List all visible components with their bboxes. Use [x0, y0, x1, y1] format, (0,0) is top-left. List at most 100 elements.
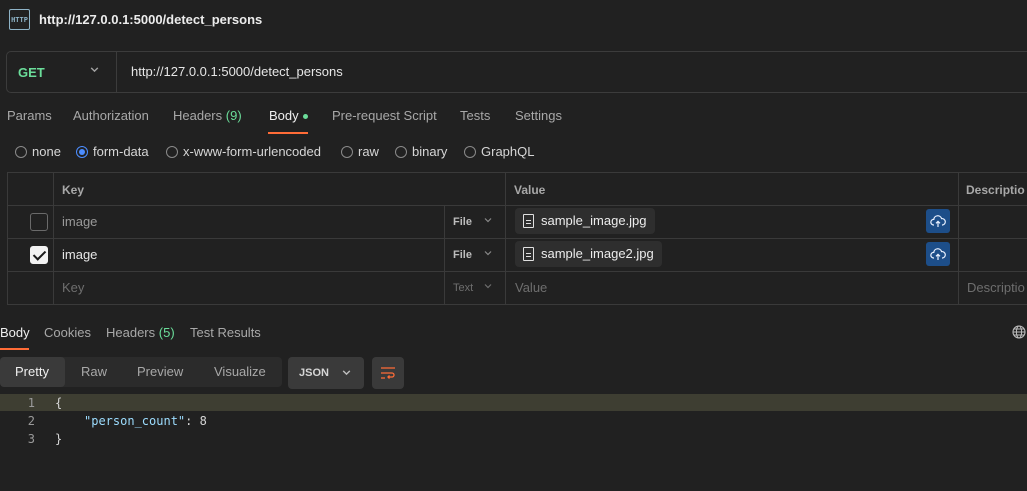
radio-label: raw [358, 144, 379, 159]
tab-label: Params [7, 108, 52, 123]
current-line-highlight [0, 394, 1027, 411]
tab-body[interactable]: Body [269, 108, 308, 123]
column-header-value: Value [514, 183, 546, 197]
row-enable-checkbox[interactable] [30, 246, 48, 264]
radio-label: binary [412, 144, 448, 159]
table-divider [7, 238, 1027, 239]
tab-label: Authorization [73, 108, 149, 123]
upload-button[interactable] [926, 209, 950, 233]
value-input[interactable]: Value [515, 280, 547, 295]
method-select[interactable]: GET [18, 65, 45, 80]
type-select[interactable]: Text [453, 282, 473, 294]
tab-params[interactable]: Params [7, 108, 52, 123]
line-number: 3 [27, 432, 35, 446]
table-divider [7, 205, 1027, 206]
radio-label: form-data [93, 144, 149, 159]
radio-binary[interactable]: binary [395, 144, 447, 159]
line-number: 1 [27, 396, 35, 410]
chevron-down-icon[interactable] [89, 64, 100, 78]
key-input[interactable]: image [62, 214, 97, 229]
wrap-lines-button[interactable] [372, 357, 404, 389]
radio-raw[interactable]: raw [341, 144, 379, 159]
file-chip[interactable]: sample_image.jpg [515, 208, 655, 234]
radio-icon [341, 145, 353, 158]
globe-icon[interactable] [1012, 325, 1026, 339]
radio-icon [395, 145, 407, 158]
file-icon [523, 214, 534, 228]
upload-button[interactable] [926, 242, 950, 266]
tab-label: Body [269, 108, 299, 123]
tab-label: Headers [173, 108, 223, 123]
file-name: sample_image.jpg [541, 213, 647, 228]
view-mode-raw[interactable]: Raw [81, 364, 107, 379]
tab-pre-request-script[interactable]: Pre-request Script [332, 108, 437, 123]
radio-graphql[interactable]: GraphQL [464, 144, 534, 159]
tab-count: (5) [158, 325, 175, 340]
line-number: 2 [27, 414, 35, 428]
format-label: JSON [299, 367, 329, 379]
url-input[interactable]: http://127.0.0.1:5000/detect_persons [131, 64, 343, 79]
cloud-upload-icon [930, 248, 946, 260]
json-key: "person_count" [84, 414, 186, 428]
tab-count: (9) [225, 108, 242, 123]
request-title[interactable]: http://127.0.0.1:5000/detect_persons [39, 12, 262, 27]
radio-label: GraphQL [481, 144, 535, 159]
table-divider [53, 172, 54, 305]
radio-icon [464, 145, 476, 158]
code-line[interactable]: "person_count": 8 [84, 414, 207, 428]
response-tab-headers[interactable]: Headers (5) [106, 325, 175, 340]
table-divider [958, 172, 959, 305]
file-name: sample_image2.jpg [541, 246, 654, 261]
type-select[interactable]: File [453, 249, 472, 261]
radio-form-data[interactable]: form-data [76, 144, 149, 159]
column-header-description: Descriptio [966, 183, 1025, 197]
description-input[interactable]: Descriptio [967, 280, 1025, 295]
chevron-down-icon[interactable] [483, 248, 493, 261]
file-icon [523, 247, 534, 261]
status-dot [302, 114, 308, 120]
radio-label: x-www-form-urlencoded [183, 144, 321, 159]
response-tab-cookies[interactable]: Cookies [44, 325, 91, 340]
table-divider [505, 172, 506, 305]
tab-authorization[interactable]: Authorization [73, 108, 149, 123]
radio-icon [166, 145, 178, 158]
radio-icon [15, 145, 27, 158]
tab-label: Pre-request Script [332, 108, 437, 123]
key-input[interactable]: image [62, 247, 97, 262]
view-mode-preview[interactable]: Preview [137, 364, 183, 379]
chevron-down-icon[interactable] [483, 281, 493, 294]
tab-tests[interactable]: Tests [460, 108, 490, 123]
file-chip[interactable]: sample_image2.jpg [515, 241, 662, 267]
tab-label: Tests [460, 108, 491, 123]
tab-settings[interactable]: Settings [515, 108, 562, 123]
url-divider [116, 52, 117, 92]
view-mode-visualize[interactable]: Visualize [214, 364, 266, 379]
response-tab-body[interactable]: Body [0, 325, 30, 340]
json-value: 8 [199, 414, 207, 428]
code-line[interactable]: { [55, 396, 62, 410]
chevron-down-icon [341, 367, 352, 381]
response-tab-test-results[interactable]: Test Results [190, 325, 261, 340]
radio-x-www-form-urlencoded[interactable]: x-www-form-urlencoded [166, 144, 321, 159]
key-input[interactable]: Key [62, 280, 84, 295]
cloud-upload-icon [930, 215, 946, 227]
wrap-lines-icon [381, 367, 395, 379]
radio-icon [76, 145, 88, 158]
table-divider [444, 205, 445, 305]
json-colon: : [185, 414, 200, 428]
column-header-key: Key [62, 183, 85, 197]
code-line[interactable]: } [55, 432, 62, 446]
row-enable-checkbox[interactable] [30, 213, 48, 231]
type-select[interactable]: File [453, 216, 472, 228]
tab-label: Settings [515, 108, 562, 123]
active-tab-indicator [0, 348, 29, 350]
tab-label: Headers [106, 325, 156, 340]
radio-label: none [32, 144, 61, 159]
view-mode-pretty[interactable]: Pretty [15, 364, 49, 379]
format-select[interactable]: JSON [288, 357, 364, 389]
active-tab-indicator [268, 132, 308, 134]
radio-none[interactable]: none [15, 144, 61, 159]
http-icon: HTTP [9, 9, 30, 30]
tab-headers[interactable]: Headers (9) [173, 108, 242, 123]
chevron-down-icon[interactable] [483, 215, 493, 228]
